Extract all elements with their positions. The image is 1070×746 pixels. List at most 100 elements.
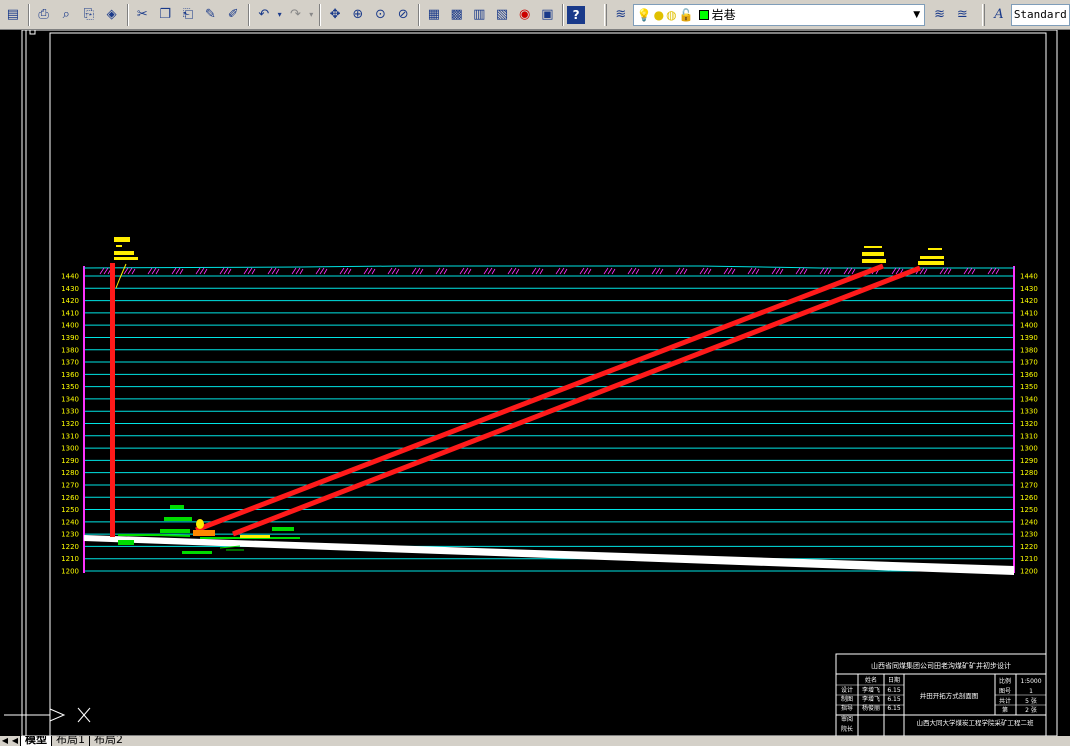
frame-marker	[29, 29, 36, 35]
hatch-mark	[819, 267, 832, 275]
hatch-mark	[171, 267, 184, 275]
tab-model[interactable]: 模型	[20, 736, 51, 746]
elevation-label: 1290	[1020, 457, 1038, 465]
hatch-mark	[843, 267, 856, 275]
page-value: 2 张	[1025, 706, 1037, 714]
elevation-label: 1230	[1020, 531, 1038, 539]
hatch-mark	[459, 267, 472, 275]
elevation-label: 1280	[61, 469, 79, 477]
toolbar-separator	[418, 3, 421, 26]
main-incline-label-box	[862, 252, 884, 256]
elevation-label: 1270	[1020, 481, 1038, 489]
elevation-label: 1210	[61, 555, 79, 563]
elevation-label: 1250	[61, 506, 79, 514]
hatch-mark	[627, 267, 640, 275]
plot-preview-icon[interactable]: ⌕	[55, 4, 77, 26]
match-properties-icon[interactable]: ✎	[200, 4, 222, 26]
main-incline-label-box	[864, 246, 882, 248]
layer-manager-icon[interactable]: ≋	[610, 4, 632, 26]
layer-name: 岩巷	[711, 8, 736, 22]
markup-icon[interactable]: ◉	[514, 4, 536, 26]
text-style-icon[interactable]: A	[988, 4, 1010, 26]
layer-dropdown[interactable]: 💡 ● ◍ 🔓 岩巷 ▼	[632, 3, 925, 26]
block-editor-icon[interactable]: ✐	[222, 4, 244, 26]
layer-state-icon[interactable]: ≊	[951, 4, 973, 26]
sheet-set-icon[interactable]: ▧	[491, 4, 513, 26]
layer-lock-icon[interactable]: 🔓	[679, 8, 694, 22]
hatch-mark	[507, 267, 520, 275]
aux-incline-label-box	[918, 261, 944, 265]
elevation-label: 1410	[1020, 309, 1038, 317]
toolbar-separator	[27, 3, 30, 26]
layer-viewport-icon[interactable]: ◍	[666, 8, 676, 22]
paste-icon[interactable]: ⎗	[177, 4, 199, 26]
main-incline-label-box	[862, 259, 886, 263]
shaft-station-marker	[196, 519, 204, 529]
tool-palettes-icon[interactable]: ▥	[468, 4, 490, 26]
aux-incline-label-box	[928, 248, 942, 250]
elevation-label: 1220	[61, 543, 79, 551]
scale-label: 比例	[999, 677, 1011, 685]
first-tab-icon[interactable]: ◀	[0, 736, 10, 746]
institution-name: 山西大同大学煤炭工程学院采矿工程二班	[917, 718, 1035, 727]
publish-icon[interactable]: ⎙	[33, 4, 55, 26]
tab-layout2[interactable]: 布局2	[89, 736, 127, 746]
layer-color-swatch[interactable]	[698, 9, 709, 20]
elevation-label: 1280	[1020, 469, 1038, 477]
layer-on-icon[interactable]: 💡	[637, 8, 652, 22]
calculator-icon[interactable]: ▣	[537, 4, 559, 26]
hatch-mark	[147, 267, 160, 275]
roadway-label	[272, 527, 294, 531]
drawing-name: 井田开拓方式剖面图	[920, 691, 979, 700]
plot-icon[interactable]: ⎘	[78, 4, 100, 26]
prev-tab-icon[interactable]: ◀	[10, 736, 20, 746]
redo-icon[interactable]: ↷	[285, 4, 307, 26]
hatch-mark	[363, 267, 376, 275]
pan-icon[interactable]: ✥	[324, 4, 346, 26]
toolbar-grip[interactable]	[604, 3, 607, 26]
elevation-label: 1400	[61, 322, 79, 330]
coal-seam	[84, 535, 1014, 575]
hatch-mark	[435, 267, 448, 275]
toolbar-separator	[248, 3, 251, 26]
properties-icon[interactable]: ▦	[423, 4, 445, 26]
hatch-mark	[339, 267, 352, 275]
copy-icon[interactable]: ❐	[154, 4, 176, 26]
redo-dropdown-icon[interactable]: ▾	[307, 4, 315, 26]
zoom-previous-icon[interactable]: ⊘	[392, 4, 414, 26]
zoom-realtime-icon[interactable]: ⊕	[347, 4, 369, 26]
elevation-label: 1320	[61, 420, 79, 428]
design-center-icon[interactable]: ▩	[446, 4, 468, 26]
total-value: 5 张	[1025, 697, 1037, 705]
title-block: 设计 李增飞 6.15制图 李增飞 6.15指导 杨俊丽 6.15审阅院长 山西省同煤集团公…	[835, 653, 1047, 737]
elevation-label: 1420	[1020, 297, 1038, 305]
elevation-label: 1430	[61, 285, 79, 293]
layer-freeze-icon[interactable]: ●	[654, 8, 664, 22]
elevation-label: 1350	[1020, 383, 1038, 391]
elevation-label: 1290	[61, 457, 79, 465]
layer-previous-icon[interactable]: ≋	[929, 4, 951, 26]
hatch-mark	[219, 267, 232, 275]
tab-layout1[interactable]: 布局1	[51, 736, 89, 746]
chevron-down-icon[interactable]: ▼	[910, 5, 924, 25]
text-style-dropdown[interactable]: Standard	[1010, 3, 1070, 26]
roadway-label	[160, 529, 190, 533]
undo-icon[interactable]: ↶	[253, 4, 275, 26]
hatch-mark	[603, 267, 616, 275]
help-icon[interactable]: ?	[567, 5, 585, 24]
toolbar-grip[interactable]	[982, 3, 986, 26]
elevation-label: 1300	[1020, 445, 1038, 453]
drawing-canvas[interactable]: 1440 1430 1420 1410 1400 1390 1380 1370 1360 1350…	[0, 29, 1070, 737]
elevation-label: 1380	[1020, 346, 1038, 354]
cut-icon[interactable]: ✂	[132, 4, 154, 26]
undo-dropdown-icon[interactable]: ▾	[276, 4, 284, 26]
save-icon[interactable]: ▤	[2, 4, 24, 26]
main-shaft-label-box	[114, 251, 134, 255]
role-label: 指导	[841, 704, 853, 712]
section-drawing[interactable]: 1440 1430 1420 1410 1400 1390 1380 1370 1360 1350…	[0, 29, 1070, 737]
elevation-label: 1260	[61, 494, 79, 502]
elevation-grid	[84, 275, 1014, 572]
3d-dwf-icon[interactable]: ◈	[101, 4, 123, 26]
hatch-mark	[411, 267, 424, 275]
zoom-window-icon[interactable]: ⊙	[370, 4, 392, 26]
